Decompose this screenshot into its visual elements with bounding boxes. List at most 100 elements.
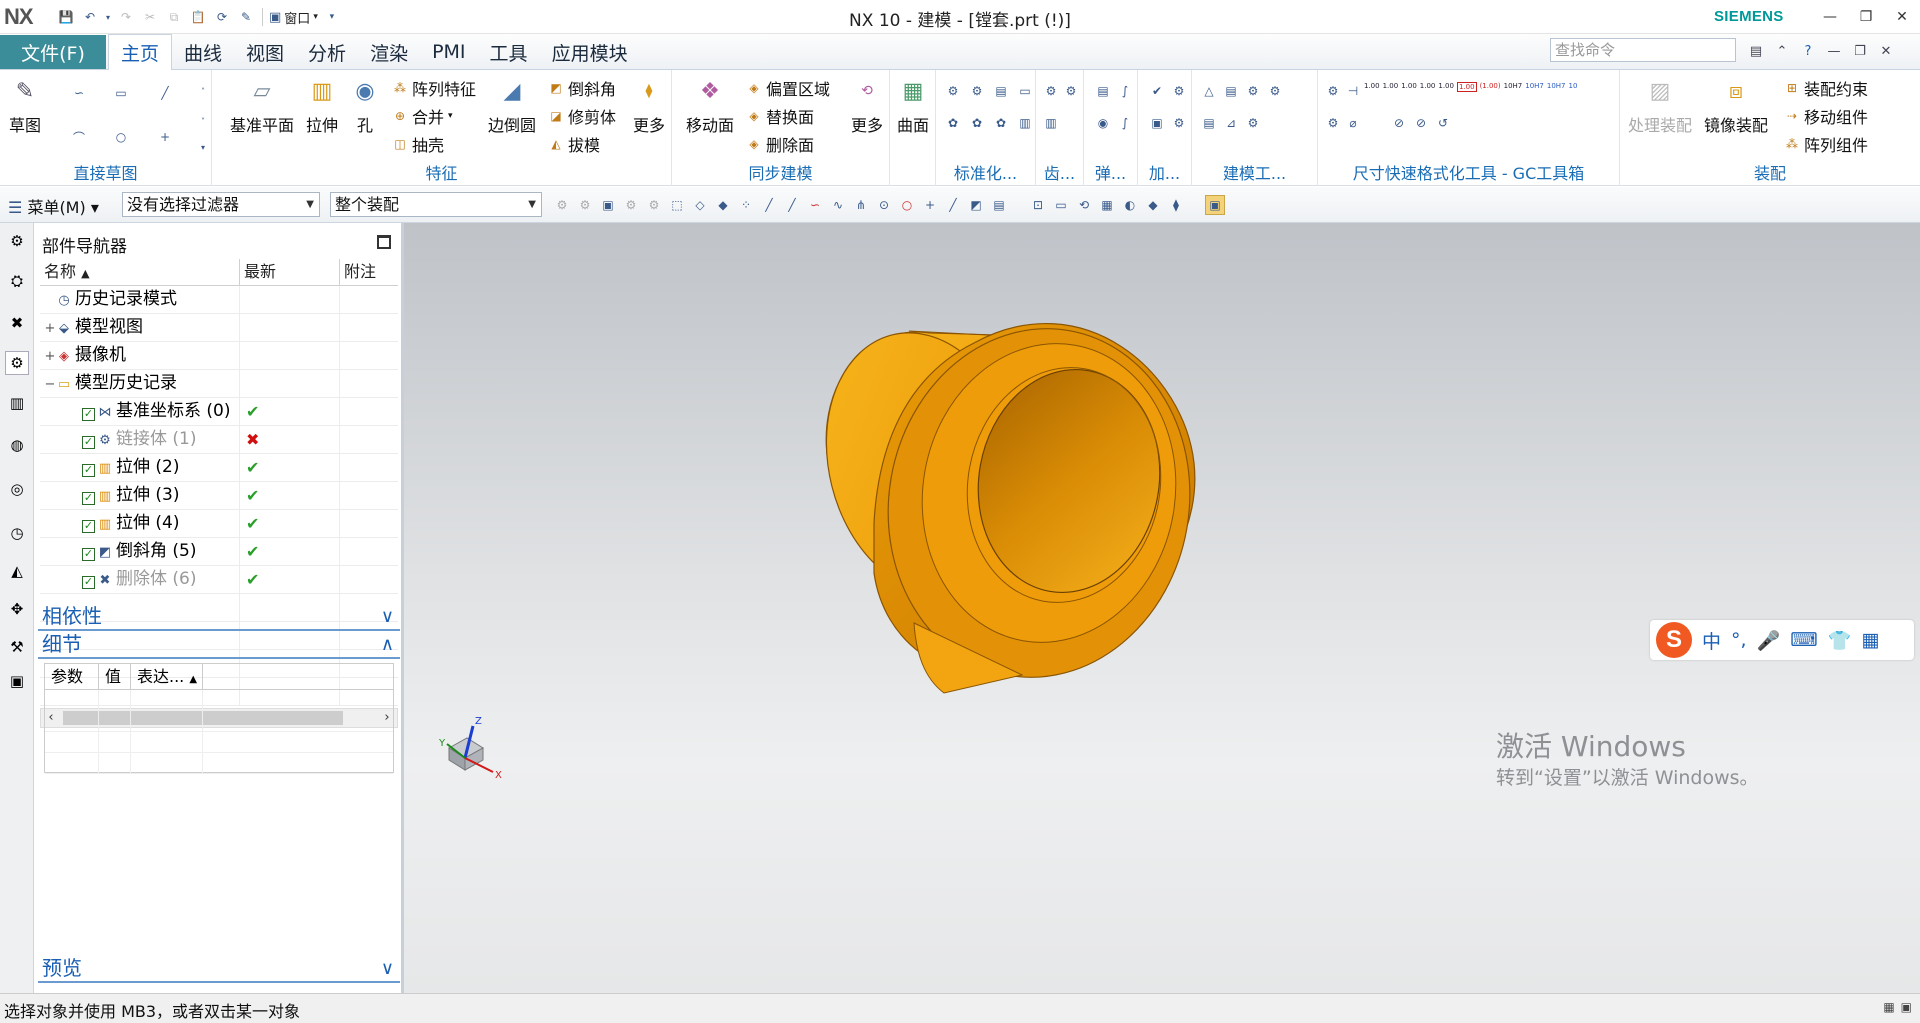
gc-chip[interactable]: 1.00 [1420, 82, 1436, 92]
mirror-assembly-button[interactable]: ⧈ 镜像装配 [1704, 74, 1768, 136]
details-section[interactable]: 细节 ∧ [38, 631, 400, 659]
spring-tool-4-icon[interactable]: ∫ [1114, 112, 1136, 134]
std-tool-1-icon[interactable]: ⚙ [942, 80, 964, 102]
std-tool-7-icon[interactable]: ✿ [990, 112, 1012, 134]
select-solid-icon[interactable]: ◆ [713, 195, 733, 215]
gc-tool-2-icon[interactable]: ⚙ [1322, 112, 1344, 134]
select-face-icon[interactable]: ⚙ [621, 195, 641, 215]
snap-tool-icon[interactable]: ⚙ [552, 195, 572, 215]
rotate-icon[interactable]: ⟲ [1074, 195, 1094, 215]
status-grid-icon[interactable]: ▦ [1883, 1000, 1894, 1014]
snap-on-curve-icon[interactable]: ╱ [943, 195, 963, 215]
fit-view-icon[interactable]: ⊡ [1028, 195, 1048, 215]
gc-chip[interactable]: 1.00 [1438, 82, 1454, 92]
customize-qat-icon[interactable]: ▾ [322, 7, 342, 27]
edge-blend-button[interactable]: ◢ 边倒圆 [488, 74, 536, 136]
work-layer-icon[interactable]: ▣ [1205, 195, 1225, 215]
part-navigator-icon[interactable]: ⚙ [5, 351, 29, 375]
doc-restore-button[interactable]: ❐ [1850, 40, 1870, 62]
minimize-button[interactable]: — [1812, 2, 1848, 32]
visibility-checkbox[interactable]: ✓ [82, 436, 95, 449]
maximize-panel-icon[interactable] [377, 235, 391, 249]
select-all-icon[interactable]: ⁘ [736, 195, 756, 215]
expand-gallery-icon[interactable]: ▾ [192, 136, 214, 158]
render-style-icon[interactable]: ◐ [1120, 195, 1140, 215]
tree-row[interactable]: − ▭ 模型历史记录 [40, 370, 398, 398]
add-tool-2-icon[interactable]: ⚙ [1168, 80, 1190, 102]
menu-button[interactable]: ☰ 菜单(M) ▾ [8, 194, 99, 218]
add-tool-1-icon[interactable]: ✔ [1146, 80, 1168, 102]
shell-button[interactable]: ◫ 抽壳 [392, 132, 444, 156]
show-hide-icon[interactable]: ◇ [690, 195, 710, 215]
process-assembly-button[interactable]: ▨ 处理装配 [1628, 74, 1692, 136]
sketch-button[interactable]: ✎ 草图 [8, 74, 42, 136]
delete-face-button[interactable]: ◈ 删除面 [746, 132, 814, 156]
tab-curve[interactable]: 曲线 [172, 34, 234, 70]
snap-endpoint-icon[interactable]: ╱ [759, 195, 779, 215]
column-header-value[interactable]: 值 [99, 664, 131, 690]
file-tab[interactable]: 文件(F) [0, 35, 106, 69]
graphics-viewport[interactable]: Z X Y 激活 Windows 转到“设置”以激活 Windows。 S 中 … [404, 223, 1920, 993]
edit-section-icon[interactable]: ⧫ [1166, 195, 1186, 215]
snap-point-icon[interactable]: + [920, 195, 940, 215]
process-studio-icon[interactable]: ✥ [5, 597, 29, 621]
snap-on-face-icon[interactable]: ◩ [966, 195, 986, 215]
mt-tool-5-icon[interactable]: ▤ [1198, 112, 1220, 134]
rectangle-select-icon[interactable]: ⬚ [667, 195, 687, 215]
microphone-icon[interactable]: 🎤 [1757, 629, 1781, 652]
snap-control-point-icon[interactable]: ∿ [828, 195, 848, 215]
mt-tool-3-icon[interactable]: ⚙ [1242, 80, 1264, 102]
ime-language-toggle[interactable]: 中 [1702, 627, 1721, 654]
type-filter-dropdown[interactable]: 没有选择过滤器 ▼ [122, 192, 320, 217]
expand-toggle-icon[interactable]: + [44, 315, 56, 342]
visibility-checkbox[interactable]: ✓ [82, 464, 95, 477]
spring-tool-2-icon[interactable]: ∫ [1114, 80, 1136, 102]
column-header-param[interactable]: 参数 [45, 664, 99, 690]
mt-tool-2-icon[interactable]: ▤ [1220, 80, 1242, 102]
expand-toggle-icon[interactable]: + [44, 343, 56, 370]
redo-icon[interactable]: ↷ [116, 7, 136, 27]
manufacturing-wizard-icon[interactable]: ⚒ [5, 635, 29, 659]
surface-button[interactable]: ▦ 曲面 [896, 74, 930, 136]
spring-tool-1-icon[interactable]: ▤ [1092, 80, 1114, 102]
window-menu[interactable]: ▣ 窗口 ▾ [269, 8, 318, 27]
copy-icon[interactable]: ⧉ [164, 7, 184, 27]
unite-button[interactable]: ⊕ 合并 ▾ [392, 104, 453, 128]
rectangle-icon[interactable]: ▭ [110, 82, 132, 104]
web-browser-icon[interactable]: ◎ [5, 477, 29, 501]
gear-tool-1-icon[interactable]: ⚙ [1040, 80, 1062, 102]
std-tool-5-icon[interactable]: ✿ [942, 112, 964, 134]
tree-row[interactable]: ✓ ⚙ 链接体 (1) ✖ [40, 426, 398, 454]
ribbon-options-icon[interactable]: ▤ [1746, 40, 1766, 62]
tree-row[interactable]: ✓ ✖ 删除体 (6) ✔ [40, 566, 398, 594]
snap-curve-icon[interactable]: ∽ [805, 195, 825, 215]
gc-tool-3-icon[interactable]: ⊘ [1388, 112, 1410, 134]
gear-tool-3-icon[interactable]: ▥ [1040, 112, 1062, 134]
add-tool-3-icon[interactable]: ▣ [1146, 112, 1168, 134]
select-body-icon[interactable]: ⚙ [644, 195, 664, 215]
scroll-down-icon[interactable]: ˅ [192, 110, 214, 132]
add-tool-4-icon[interactable]: ⚙ [1168, 112, 1190, 134]
std-tool-4-icon[interactable]: ▭ [1014, 80, 1036, 102]
std-tool-6-icon[interactable]: ✿ [966, 112, 988, 134]
line-icon[interactable]: ╱ [154, 82, 176, 104]
gc-tool-4-icon[interactable]: ⊘ [1410, 112, 1432, 134]
circle-icon[interactable]: ○ [110, 126, 132, 148]
history-icon[interactable]: ◷ [5, 521, 29, 545]
dependencies-section[interactable]: 相依性 ∨ [38, 603, 400, 631]
keyboard-icon[interactable]: ⌨ [1790, 629, 1817, 651]
pattern-feature-button[interactable]: ⁂ 阵列特征 [392, 76, 476, 100]
draft-button[interactable]: ◭ 拔模 [548, 132, 600, 156]
gc-tool-1-icon[interactable]: ⚙ [1322, 80, 1344, 102]
sync-more-button[interactable]: ⟲ 更多 [850, 74, 884, 136]
restore-button[interactable]: ❐ [1848, 2, 1884, 32]
extrude-button[interactable]: ▥ 拉伸 [305, 74, 339, 136]
gc-chip[interactable]: 1.00 [1383, 82, 1399, 92]
feature-more-button[interactable]: ⧫ 更多 [632, 74, 666, 136]
doc-close-button[interactable]: ✕ [1876, 40, 1896, 62]
snap-intersection-icon[interactable]: ⋔ [851, 195, 871, 215]
gc-chip[interactable]: 10 [1569, 82, 1578, 92]
visibility-checkbox[interactable]: ✓ [82, 520, 95, 533]
column-header-expression[interactable]: 表达... ▲ [131, 664, 203, 690]
preview-section[interactable]: 预览 ∨ [38, 955, 400, 983]
